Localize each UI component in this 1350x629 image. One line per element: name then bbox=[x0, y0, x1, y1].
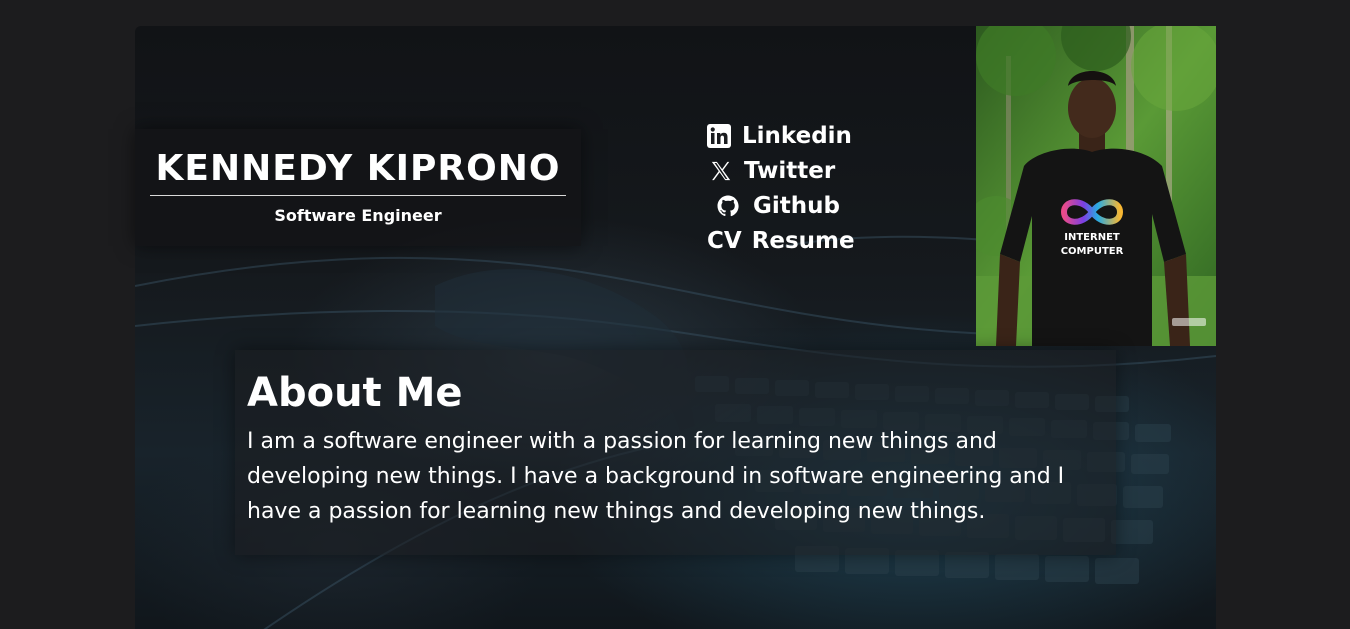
profile-photo: INTERNET COMPUTER bbox=[976, 26, 1216, 346]
job-title: Software Engineer bbox=[274, 206, 442, 225]
page: KENNEDY KIPRONO Software Engineer Linked… bbox=[0, 0, 1350, 629]
linkedin-label: Linkedin bbox=[742, 122, 852, 149]
github-link[interactable]: Github bbox=[706, 188, 856, 223]
page-title: KENNEDY KIPRONO bbox=[149, 147, 567, 196]
resume-link[interactable]: CV Resume bbox=[706, 223, 856, 258]
github-icon bbox=[715, 193, 741, 219]
profile-photo-image: INTERNET COMPUTER bbox=[976, 26, 1216, 346]
about-title: About Me bbox=[247, 370, 463, 416]
twitter-label: Twitter bbox=[744, 157, 836, 184]
shirt-text-line1: INTERNET bbox=[1064, 232, 1120, 243]
about-body: I am a software engineer with a passion … bbox=[247, 429, 1065, 524]
resume-label: Resume bbox=[751, 227, 855, 254]
shirt-text-line2: COMPUTER bbox=[1061, 246, 1124, 257]
linkedin-icon bbox=[706, 123, 732, 149]
x-twitter-icon bbox=[708, 158, 734, 184]
name-card: KENNEDY KIPRONO Software Engineer bbox=[135, 129, 581, 246]
linkedin-link[interactable]: Linkedin bbox=[706, 118, 856, 153]
photographer-watermark bbox=[1172, 318, 1206, 326]
cv-icon: CV bbox=[707, 227, 742, 254]
about-section: About Me I am a software engineer with a… bbox=[235, 350, 1116, 555]
twitter-link[interactable]: Twitter bbox=[706, 153, 856, 188]
social-links: Linkedin Twitter Github CV Resume bbox=[706, 118, 856, 258]
github-label: Github bbox=[753, 192, 840, 219]
